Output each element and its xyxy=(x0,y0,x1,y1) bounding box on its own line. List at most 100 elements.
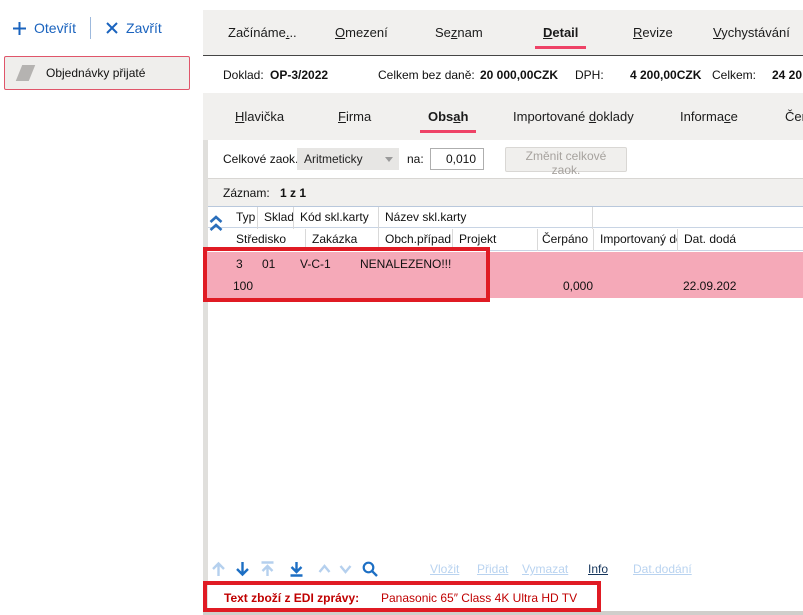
document-slant-icon xyxy=(16,65,35,81)
rounding-method-value: Aritmeticky xyxy=(304,152,363,166)
cell-nazev-skl-karty: NENALEZENO!!! xyxy=(360,257,451,271)
open-button-label: Otevřít xyxy=(34,20,76,36)
tab-accesskey: F xyxy=(338,109,346,124)
col-nazev-skl-karty[interactable]: Název skl.karty xyxy=(378,207,592,229)
chevron-up-icon[interactable] xyxy=(317,560,332,578)
bottom-window-edge xyxy=(203,611,803,615)
main-tabstrip: Začínáme... Omezení Seznam Detail Revize… xyxy=(203,10,803,56)
tab-label: Obs xyxy=(428,109,453,124)
cell-dat-dodani: 22.09.202 xyxy=(683,279,736,293)
vat-value: 4 200,00CZK xyxy=(630,68,701,82)
tab-label: Začínáme xyxy=(228,25,286,40)
vymazat-link[interactable]: Vymazat xyxy=(522,562,568,576)
plus-icon xyxy=(12,21,27,36)
tab-label: lavička xyxy=(244,109,284,124)
tab-accesskey: V xyxy=(713,25,721,40)
tab-revize[interactable]: Revize xyxy=(633,25,673,40)
edi-note-value: Panasonic 65″ Class 4K Ultra HD TV xyxy=(381,591,577,605)
sidebar: Otevřít Zavřít Objednávky přijaté xyxy=(0,0,200,615)
record-counter-bar: Záznam: 1 z 1 xyxy=(203,178,803,206)
sidebar-item-objednavky-prijate[interactable]: Objednávky přijaté xyxy=(4,56,190,90)
net-value: 20 000,00CZK xyxy=(480,68,558,82)
bottom-toolbar: Vložit Přidat Vymazat Info Dat.dodání xyxy=(203,556,803,584)
chevron-down-icon xyxy=(385,157,393,162)
main-panel: Začínáme... Omezení Seznam Detail Revize… xyxy=(203,0,803,615)
tab-label: Čer xyxy=(785,109,803,124)
tab-obsah[interactable]: Obsah xyxy=(428,109,468,124)
col-obch-pripad[interactable]: Obch.případ xyxy=(378,229,452,251)
table-header-row-2: Středisko Zakázka Obch.případ Projekt Če… xyxy=(203,229,803,251)
move-last-icon[interactable] xyxy=(288,560,305,578)
edi-note-label: Text zboží z EDI zprávy: xyxy=(224,591,359,605)
tab-importovane-doklady[interactable]: Importované doklady xyxy=(513,109,634,124)
cell-typ: 3 xyxy=(236,257,243,271)
tab-label: etail xyxy=(552,25,578,40)
tab-seznam[interactable]: Seznam xyxy=(435,25,483,40)
net-label: Celkem bez daně: xyxy=(378,68,475,82)
tab-label: Se xyxy=(435,25,451,40)
move-down-icon[interactable] xyxy=(234,560,251,578)
tab-omezeni[interactable]: Omezení xyxy=(335,25,388,40)
doklad-value: OP-3/2022 xyxy=(270,68,328,82)
tab-hlavicka[interactable]: Hlavička xyxy=(235,109,284,124)
col-zakazka[interactable]: Zakázka xyxy=(305,229,378,251)
col-projekt[interactable]: Projekt xyxy=(452,229,537,251)
info-link[interactable]: Info xyxy=(588,562,608,576)
tab-label: irma xyxy=(346,109,371,124)
red-annotation-box-edi: Text zboží z EDI zprávy: Panasonic 65″ C… xyxy=(203,581,601,612)
rounding-label: Celkové zaok.: xyxy=(223,152,302,166)
tab-accesskey: H xyxy=(235,109,244,124)
sidebar-item-label: Objednávky přijaté xyxy=(46,66,145,80)
search-icon[interactable] xyxy=(361,560,379,578)
close-button[interactable]: Zavřít xyxy=(101,18,166,38)
table-row[interactable]: 3 01 V-C-1 NENALEZENO!!! 100 0,000 22.09… xyxy=(203,252,803,298)
na-label: na: xyxy=(407,152,424,166)
col-dat-dodani[interactable]: Dat. dodá xyxy=(677,229,803,251)
col-stredisko[interactable]: Středisko xyxy=(230,229,305,251)
tab-cerpani[interactable]: Čer xyxy=(785,109,803,124)
col-cerpano[interactable]: Čerpáno xyxy=(537,229,593,251)
col-typ[interactable]: Typ xyxy=(230,207,257,229)
tab-label: nam xyxy=(457,25,482,40)
open-button[interactable]: Otevřít xyxy=(8,18,80,38)
tab-informace[interactable]: Informace xyxy=(680,109,738,124)
tab-label: mezení xyxy=(345,25,388,40)
collapse-rows-icon[interactable] xyxy=(208,214,224,234)
total-label: Celkem: xyxy=(712,68,756,82)
cell-stredisko: 100 xyxy=(233,279,253,293)
tab-firma[interactable]: Firma xyxy=(338,109,371,124)
col-kod-skl-karty[interactable]: Kód skl.karty xyxy=(293,207,378,229)
tab-zaciname[interactable]: Začínáme... xyxy=(228,25,297,40)
tab-label: e xyxy=(731,109,738,124)
rounding-form: Celkové zaok.: Aritmeticky na: Změnit ce… xyxy=(203,140,803,178)
pridat-link[interactable]: Přidat xyxy=(477,562,508,576)
tab-label: Importované xyxy=(513,109,589,124)
detail-tabstrip: Hlavička Firma Obsah Importované doklady… xyxy=(203,93,803,140)
tab-label: Informa xyxy=(680,109,724,124)
dat-dodani-link[interactable]: Dat.dodání xyxy=(633,562,692,576)
chevron-down-icon[interactable] xyxy=(338,560,353,578)
rounding-value-input[interactable] xyxy=(430,148,484,170)
cell-cerpano: 0,000 xyxy=(537,279,593,293)
doklad-label: Doklad: xyxy=(223,68,264,82)
move-up-icon[interactable] xyxy=(210,560,227,578)
close-button-label: Zavřít xyxy=(126,20,162,36)
tab-accesskey: a xyxy=(453,109,460,124)
tab-detail[interactable]: Detail xyxy=(543,25,578,40)
app-window: Otevřít Zavřít Objednávky přijaté Začíná… xyxy=(0,0,803,615)
tab-label: h xyxy=(461,109,469,124)
table-header-row-1: Typ Sklad Kód skl.karty Název skl.karty xyxy=(203,206,803,228)
vat-label: DPH: xyxy=(575,68,604,82)
col-sklad[interactable]: Sklad xyxy=(257,207,293,229)
move-first-icon[interactable] xyxy=(259,560,276,578)
record-label: Záznam: xyxy=(223,186,270,200)
close-icon xyxy=(105,21,119,35)
vlozit-link[interactable]: Vložit xyxy=(430,562,459,576)
col-spacer xyxy=(592,207,803,229)
col-importovany-doklad[interactable]: Importovaný doklad xyxy=(593,229,677,251)
cell-sklad: 01 xyxy=(262,257,275,271)
tab-vychystavani[interactable]: Vychystávání xyxy=(713,25,790,40)
change-rounding-button[interactable]: Změnit celkové zaok. xyxy=(505,147,627,172)
rounding-method-select[interactable]: Aritmeticky xyxy=(297,148,399,170)
toolbar-divider xyxy=(90,17,91,39)
